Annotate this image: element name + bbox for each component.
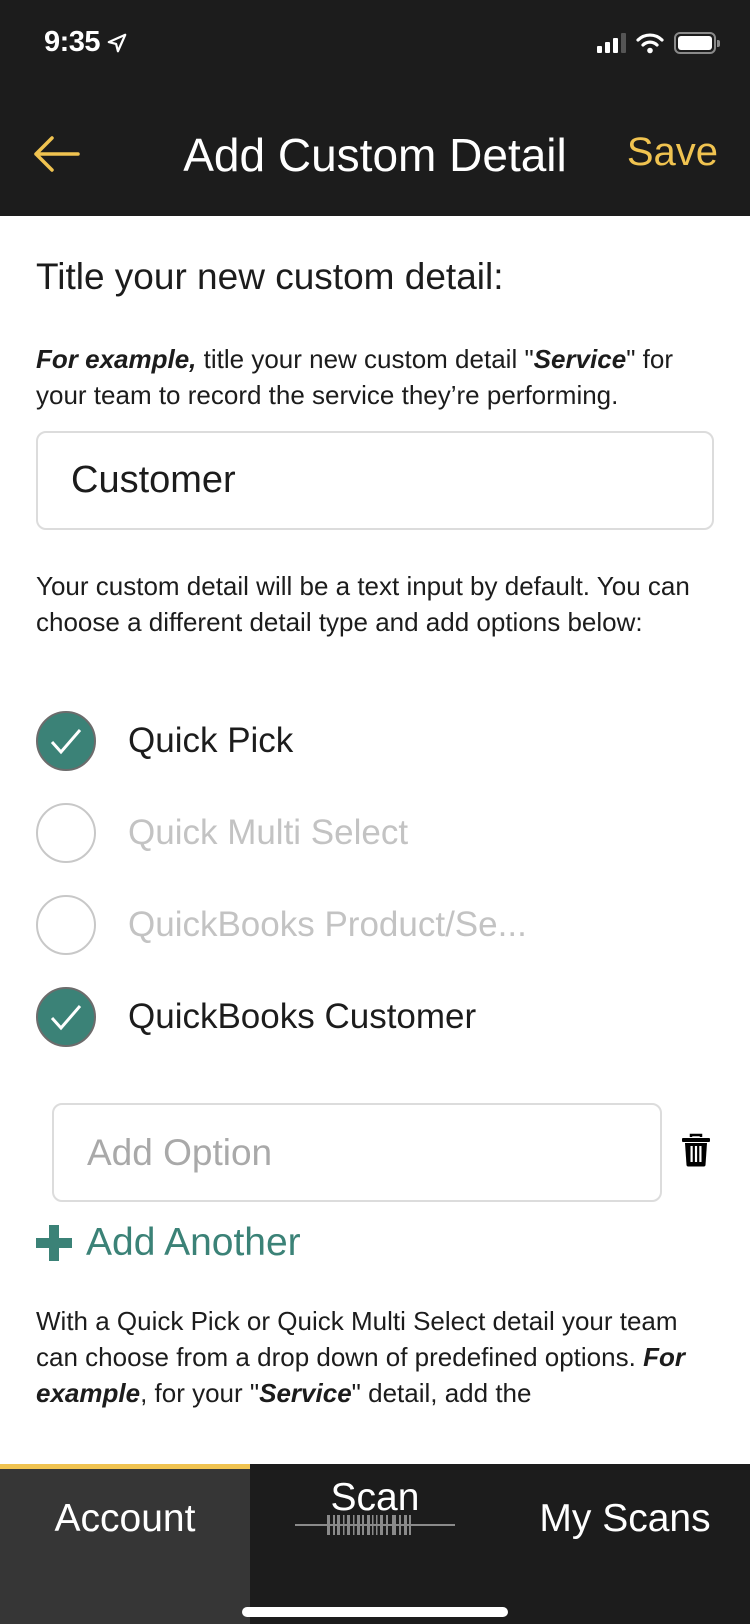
option-label: QuickBooks Customer	[128, 997, 477, 1036]
tab-label: Account	[54, 1497, 196, 1540]
add-another-label: Add Another	[86, 1221, 301, 1264]
tab-scan[interactable]: Scan	[250, 1464, 500, 1624]
wifi-icon	[636, 33, 664, 54]
add-another-button[interactable]: Add Another	[36, 1218, 301, 1268]
option-quick-multi-select[interactable]: Quick Multi Select	[36, 802, 408, 864]
tab-my-scans[interactable]: My Scans	[500, 1464, 750, 1624]
option-quick-pick[interactable]: Quick Pick	[36, 710, 293, 772]
save-button[interactable]: Save	[627, 130, 718, 175]
footer-bold-word: Service	[259, 1378, 352, 1408]
location-arrow-icon	[107, 33, 127, 52]
time-text: 9:35	[44, 26, 101, 58]
option-label: Quick Multi Select	[128, 813, 409, 852]
tab-label: Scan	[330, 1476, 420, 1519]
status-icons	[597, 32, 720, 54]
checked-circle-icon[interactable]	[36, 711, 96, 771]
tab-bar: Account Scan My Scans	[0, 1464, 750, 1624]
example-intro-text: For example, title your new custom detai…	[36, 341, 726, 413]
footer-note: With a Quick Pick or Quick Multi Select …	[36, 1303, 726, 1411]
example-bold-lead: For example,	[36, 344, 197, 374]
top-bar: 9:35 Add Custom Detail Save	[0, 0, 750, 216]
add-option-input[interactable]: Add Option	[52, 1103, 662, 1202]
detail-title-value: Customer	[71, 459, 236, 501]
unchecked-circle-icon[interactable]	[36, 803, 96, 863]
tab-account[interactable]: Account	[0, 1464, 250, 1624]
type-description: Your custom detail will be a text input …	[36, 571, 690, 637]
section-heading: Title your new custom detail:	[36, 256, 504, 297]
example-text-1: title your new custom detail "	[196, 344, 534, 374]
option-label: Quick Pick	[128, 721, 294, 760]
option-quickbooks-customer[interactable]: QuickBooks Customer	[36, 986, 476, 1048]
footer-text-1: With a Quick Pick or Quick Multi Select …	[36, 1306, 678, 1372]
option-label: QuickBooks Product/Se...	[128, 905, 527, 944]
battery-full-icon	[674, 32, 720, 54]
unchecked-circle-icon[interactable]	[36, 895, 96, 955]
footer-text-3: " detail, add the	[351, 1378, 532, 1408]
cellular-signal-icon	[597, 33, 626, 53]
option-quickbooks-product-service[interactable]: QuickBooks Product/Se...	[36, 894, 527, 956]
checked-circle-icon[interactable]	[36, 987, 96, 1047]
plus-icon	[36, 1225, 72, 1261]
detail-title-input[interactable]: Customer	[36, 431, 714, 530]
home-indicator	[242, 1607, 508, 1617]
footer-text-2: , for your "	[140, 1378, 260, 1408]
status-time: 9:35	[44, 26, 128, 59]
tab-label: My Scans	[539, 1497, 711, 1540]
example-bold-word: Service	[533, 344, 627, 374]
trash-icon[interactable]	[681, 1133, 711, 1167]
add-option-placeholder: Add Option	[87, 1131, 273, 1173]
